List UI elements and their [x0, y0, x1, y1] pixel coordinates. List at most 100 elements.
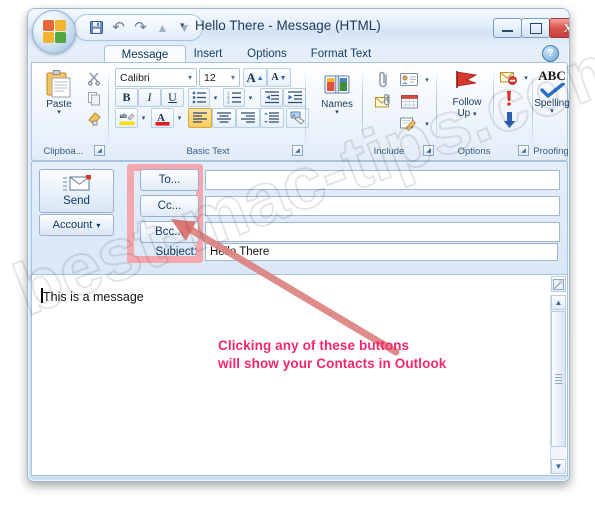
outlook-message-window: ↶ ↷ ▲ ▼ ▾ Hello There - Message (HTML) X…: [27, 8, 570, 482]
business-card-dropdown[interactable]: ▾: [421, 69, 433, 90]
signature-button[interactable]: [396, 113, 422, 134]
align-left-button[interactable]: [188, 108, 212, 128]
attach-file-button[interactable]: [371, 69, 395, 90]
copy-button[interactable]: [84, 89, 105, 108]
orb-square-yellow: [55, 20, 66, 31]
ribbon-group-label-options: Options: [457, 146, 491, 157]
align-left-icon: [193, 112, 207, 123]
shrink-font-button[interactable]: A ▼: [267, 68, 291, 87]
maximize-button[interactable]: [521, 18, 550, 38]
cut-button[interactable]: [84, 69, 105, 88]
align-right-button[interactable]: [236, 108, 260, 128]
undo-icon[interactable]: ↶: [111, 20, 126, 35]
svg-text:ab: ab: [119, 113, 127, 120]
paperclip-icon: [378, 71, 387, 88]
send-button[interactable]: Send: [39, 169, 114, 213]
highlight-dropdown[interactable]: ▾: [137, 108, 150, 128]
ribbon-group-names: Names ▾ Names: [308, 63, 363, 158]
paste-dropdown-arrow[interactable]: ▾: [57, 109, 61, 116]
office-orb-button[interactable]: [32, 10, 76, 54]
cc-field[interactable]: [205, 196, 560, 216]
chevron-down-icon-2[interactable]: ▾: [227, 73, 239, 82]
red-flag-icon: [456, 71, 478, 88]
cc-button[interactable]: Cc...: [140, 195, 199, 217]
bullets-dropdown[interactable]: ▾: [209, 88, 222, 107]
chevron-down-icon[interactable]: ▾: [184, 73, 196, 82]
signature-icon: [400, 117, 416, 131]
annotation-line-1: Clicking any of these buttons: [218, 338, 410, 353]
spell-check-icon: [539, 83, 565, 98]
names-dropdown-arrow[interactable]: ▾: [335, 109, 339, 116]
align-center-button[interactable]: [212, 108, 236, 128]
tab-message[interactable]: Message: [104, 45, 186, 63]
low-importance-button[interactable]: [497, 109, 521, 131]
help-icon[interactable]: ?: [542, 45, 559, 62]
font-name-combo[interactable]: Calibri ▾: [115, 68, 197, 87]
scrollbar-thumb[interactable]: [551, 311, 566, 447]
numbering-button[interactable]: 123: [223, 88, 245, 107]
numbering-dropdown[interactable]: ▾: [244, 88, 257, 107]
screenshot-root: ↶ ↷ ▲ ▼ ▾ Hello There - Message (HTML) X…: [0, 0, 595, 508]
font-color-dropdown[interactable]: ▾: [173, 108, 186, 128]
increase-indent-button[interactable]: [283, 88, 306, 107]
message-body-pane[interactable]: This is a message ▲ ▼: [31, 274, 568, 476]
align-center-icon: [217, 112, 231, 123]
follow-up-button[interactable]: Follow Up ▾: [444, 68, 490, 121]
tab-options[interactable]: Options: [231, 45, 303, 62]
attach-item-button[interactable]: [371, 91, 396, 112]
font-size-combo[interactable]: 12 ▾: [199, 68, 240, 87]
body-scrollbar[interactable]: ▲ ▼: [550, 295, 566, 474]
business-card-button[interactable]: [396, 69, 422, 90]
grow-font-button[interactable]: A ▲: [243, 68, 267, 87]
attach-item-icon: [374, 94, 390, 108]
font-color-button[interactable]: A: [151, 108, 174, 128]
tab-format-text[interactable]: Format Text: [294, 45, 388, 62]
window-title: Hello There - Message (HTML): [195, 18, 381, 33]
scroll-up-button[interactable]: ▲: [551, 295, 566, 310]
annotation-line-2: will show your Contacts in Outlook: [218, 356, 447, 371]
permission-button[interactable]: [497, 68, 521, 88]
signature-dropdown[interactable]: ▾: [421, 113, 433, 134]
redo-icon[interactable]: ↷: [133, 20, 148, 35]
previous-item-icon[interactable]: ▲: [155, 20, 170, 35]
to-button[interactable]: To...: [140, 169, 199, 191]
send-envelope-icon: [62, 175, 91, 191]
minimize-icon: [502, 30, 513, 32]
high-importance-button[interactable]: [497, 88, 521, 109]
basic-text-dialog-launcher[interactable]: ◢: [292, 145, 303, 156]
save-icon[interactable]: [89, 20, 104, 35]
to-field[interactable]: [205, 170, 560, 190]
bullet-list-icon: [192, 91, 206, 104]
subject-input[interactable]: Hello There: [205, 243, 558, 261]
ribbon-group-clipboard: Paste ▾ Clipboa... ◢: [34, 63, 109, 158]
bold-button[interactable]: B: [115, 88, 138, 107]
orb-square-yellow-2: [43, 32, 54, 43]
qat-customize-icon[interactable]: ▾: [180, 20, 185, 31]
close-button[interactable]: X: [549, 18, 569, 38]
high-importance-icon: [507, 91, 511, 106]
split-pane-button[interactable]: [551, 276, 566, 292]
bcc-field[interactable]: [205, 222, 560, 242]
ribbon-group-basic-text: Calibri ▾ 12 ▾ A ▲ A ▼ B I U ▾ 1 2 3 ▾ a…: [110, 63, 309, 158]
bullets-button[interactable]: [188, 88, 210, 107]
paste-button[interactable]: Paste ▾: [40, 68, 78, 117]
scroll-down-button[interactable]: ▼: [551, 459, 566, 474]
address-book-button[interactable]: Names ▾: [317, 70, 357, 117]
minimize-button[interactable]: [493, 18, 522, 38]
font-name-value: Calibri: [120, 71, 150, 84]
spelling-button[interactable]: ABC Spelling ▾: [528, 68, 569, 116]
decrease-indent-button[interactable]: [260, 88, 283, 107]
clipboard-dialog-launcher[interactable]: ◢: [94, 145, 105, 156]
bcc-button[interactable]: Bcc...: [140, 221, 199, 243]
italic-button[interactable]: I: [138, 88, 161, 107]
format-painter-button[interactable]: [84, 109, 105, 128]
text-highlight-button[interactable]: ab: [115, 108, 138, 128]
account-button[interactable]: Account ▾: [39, 214, 114, 236]
message-body-text: This is a message: [43, 290, 144, 304]
underline-button[interactable]: U: [161, 88, 184, 107]
follow-up-label-2: Up ▾: [457, 108, 477, 119]
shrink-font-label: A: [271, 72, 279, 83]
spelling-dropdown-arrow[interactable]: ▾: [550, 108, 554, 115]
calendar-button[interactable]: [396, 91, 422, 112]
line-spacing-button[interactable]: [260, 108, 284, 128]
